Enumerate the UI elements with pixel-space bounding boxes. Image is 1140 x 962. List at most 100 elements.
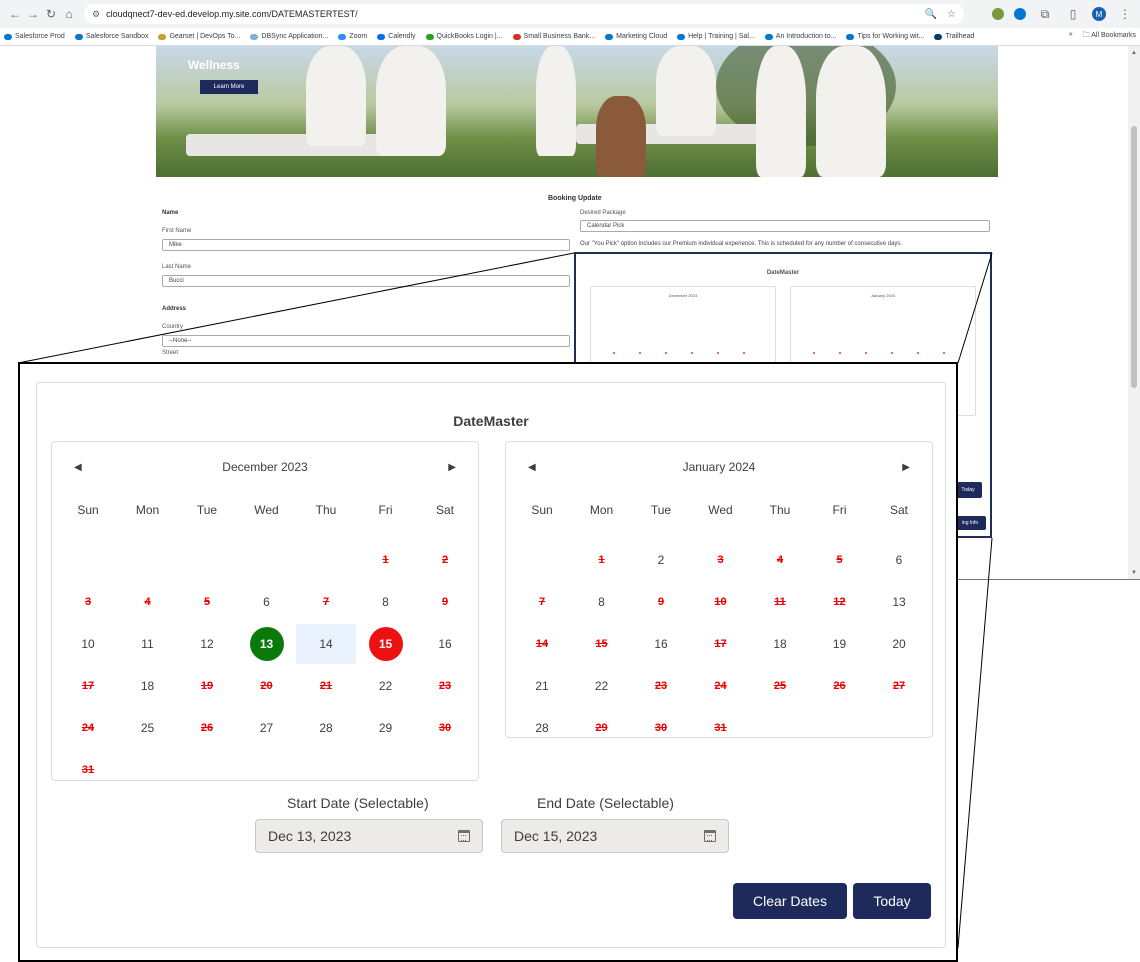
calendar-day-unavailable: 17: [81, 680, 95, 692]
today-button[interactable]: Today: [853, 883, 931, 919]
bookmark-item[interactable]: Marketing Cloud: [605, 33, 667, 40]
calendar-day[interactable]: 16: [415, 624, 475, 664]
calendar-day[interactable]: 18: [118, 666, 178, 706]
address-bar[interactable]: ⚙ cloudqnect7-dev-ed.develop.my.site.com…: [84, 4, 964, 24]
calendar-day[interactable]: 18: [750, 624, 810, 664]
weekday-header: Sun: [77, 503, 99, 517]
menu-icon[interactable]: ⋮: [1116, 7, 1134, 21]
extension-icon[interactable]: [992, 8, 1004, 20]
page-scrollbar[interactable]: ▲ ▼: [1128, 46, 1140, 580]
bookmark-item[interactable]: Salesforce Sandbox: [74, 33, 148, 40]
calendar-day-unavailable: 5: [203, 596, 211, 608]
calendar-day[interactable]: 29: [356, 708, 416, 748]
country-select[interactable]: --None--: [162, 335, 570, 347]
scrollbar-thumb[interactable]: [1131, 126, 1137, 388]
bookmark-item[interactable]: Zoom: [338, 33, 367, 40]
scroll-up-icon[interactable]: ▲: [1131, 50, 1137, 56]
side-panel-icon[interactable]: ▯: [1064, 7, 1082, 21]
bookmark-item[interactable]: Trailhead: [934, 33, 974, 40]
bookmark-item[interactable]: Salesforce Prod: [4, 33, 65, 40]
clear-dates-button[interactable]: Clear Dates: [733, 883, 847, 919]
bookmarks-bar: Salesforce Prod Salesforce Sandbox Gears…: [0, 28, 1140, 46]
calendar-day[interactable]: 6: [869, 540, 929, 580]
zoom-icon[interactable]: 🔍: [925, 9, 937, 20]
bookmark-item[interactable]: Help | Training | Sal...: [677, 33, 755, 40]
calendar-day[interactable]: 10: [58, 624, 118, 664]
bookmark-item[interactable]: QuickBooks Login |...: [425, 33, 503, 40]
scroll-down-icon[interactable]: ▼: [1131, 570, 1137, 576]
calendar-day[interactable]: 20: [869, 624, 929, 664]
more-bookmarks[interactable]: »: [1069, 31, 1073, 42]
calendar-day[interactable]: 2: [631, 540, 691, 580]
start-date-value: Dec 13, 2023: [268, 828, 352, 844]
calendar-day[interactable]: 8: [572, 582, 632, 622]
url-text: cloudqnect7-dev-ed.develop.my.site.com/D…: [106, 9, 358, 19]
bookmark-item[interactable]: Small Business Bank...: [512, 33, 595, 40]
calendar-day[interactable]: 25: [118, 708, 178, 748]
profile-avatar[interactable]: M: [1092, 7, 1106, 21]
bookmark-item[interactable]: DBSync Application...: [250, 33, 328, 40]
first-name-input[interactable]: Mike: [162, 239, 570, 251]
back-icon[interactable]: ←: [6, 7, 24, 21]
calendar-day[interactable]: 22: [356, 666, 416, 706]
calendar-day[interactable]: 11: [118, 624, 178, 664]
calendar-day[interactable]: 27: [237, 708, 297, 748]
calendar-day-selected-end[interactable]: 15: [356, 624, 416, 664]
calendar-day-unavailable: 29: [595, 722, 608, 734]
calendar-icon[interactable]: [704, 830, 716, 842]
home-icon[interactable]: ⌂: [60, 7, 78, 21]
calendar-day[interactable]: 8: [356, 582, 416, 622]
calendar-day[interactable]: 28: [512, 708, 572, 748]
bookmark-item[interactable]: Gearset | DevOps To...: [158, 33, 240, 40]
weekday-header: Fri: [378, 503, 393, 517]
calendar-day[interactable]: 22: [572, 666, 632, 706]
calendar-day[interactable]: 16: [631, 624, 691, 664]
site-info-icon[interactable]: ⚙: [92, 9, 100, 20]
country-label: Country: [162, 324, 184, 330]
calendar-icon[interactable]: [458, 830, 470, 842]
datemaster-zoom-panel: DateMaster ◀ December 2023 ▶ Sun Mon Tue We…: [18, 362, 958, 962]
month-header: ◀ January 2024 ▶: [506, 460, 932, 476]
hero-banner: Wellness Learn More: [156, 46, 998, 177]
calendar-day-unavailable: 9: [441, 596, 449, 608]
small-billing-info-button[interactable]: ing Info: [954, 516, 986, 530]
end-date-input[interactable]: Dec 15, 2023: [501, 819, 729, 853]
next-month-arrow-icon[interactable]: ▶: [902, 462, 910, 473]
month-december: ◀ December 2023 ▶ Sun Mon Tue Wed Thu Fri Sat 1…: [51, 441, 479, 781]
calendar-day[interactable]: 21: [512, 666, 572, 706]
start-date-input[interactable]: Dec 13, 2023: [255, 819, 483, 853]
forward-icon[interactable]: →: [24, 7, 42, 21]
month-header: ◀ December 2023 ▶: [52, 460, 478, 476]
calendar-day[interactable]: 14: [296, 624, 356, 664]
calendar-day-selected-start[interactable]: 13: [237, 624, 297, 664]
calendar-day-unavailable: 31: [81, 764, 95, 776]
calendar-day[interactable]: 13: [869, 582, 929, 622]
calendar-day[interactable]: 19: [810, 624, 870, 664]
all-bookmarks[interactable]: 🗀 All Bookmarks: [1083, 31, 1136, 42]
calendar-day-unavailable: 10: [714, 596, 727, 608]
star-icon[interactable]: ☆: [947, 9, 956, 20]
reload-icon[interactable]: ↻: [42, 7, 60, 21]
calendar-day-unavailable: 7: [322, 596, 330, 608]
bookmark-item[interactable]: An Introduction to...: [764, 33, 836, 40]
calendar-day[interactable]: 12: [177, 624, 237, 664]
extensions-puzzle-icon[interactable]: ⧉: [1036, 7, 1054, 22]
small-today-button[interactable]: Today: [954, 482, 982, 498]
bookmark-item[interactable]: Tips for Working wit...: [846, 33, 924, 40]
first-name-label: First Name: [162, 228, 192, 234]
learn-more-button[interactable]: Learn More: [200, 80, 258, 94]
weekday-header: Sat: [435, 503, 454, 517]
calendar-day[interactable]: 6: [237, 582, 297, 622]
month-name: January 2024: [682, 460, 756, 474]
calendar-day-unavailable: 4: [776, 554, 784, 566]
calendar-day-unavailable: 12: [833, 596, 846, 608]
calendar-day-unavailable: 26: [200, 722, 214, 734]
last-name-input[interactable]: Bucci: [162, 275, 570, 287]
calendar-day[interactable]: 28: [296, 708, 356, 748]
package-select[interactable]: Calendar Pick: [580, 220, 990, 232]
bookmark-item[interactable]: Calendly: [377, 33, 416, 40]
calendar-day-unavailable: 15: [595, 638, 608, 650]
calendar-day-unavailable: 23: [654, 680, 668, 692]
salesforce-extension-icon[interactable]: [1014, 8, 1026, 20]
next-month-arrow-icon[interactable]: ▶: [448, 462, 456, 473]
